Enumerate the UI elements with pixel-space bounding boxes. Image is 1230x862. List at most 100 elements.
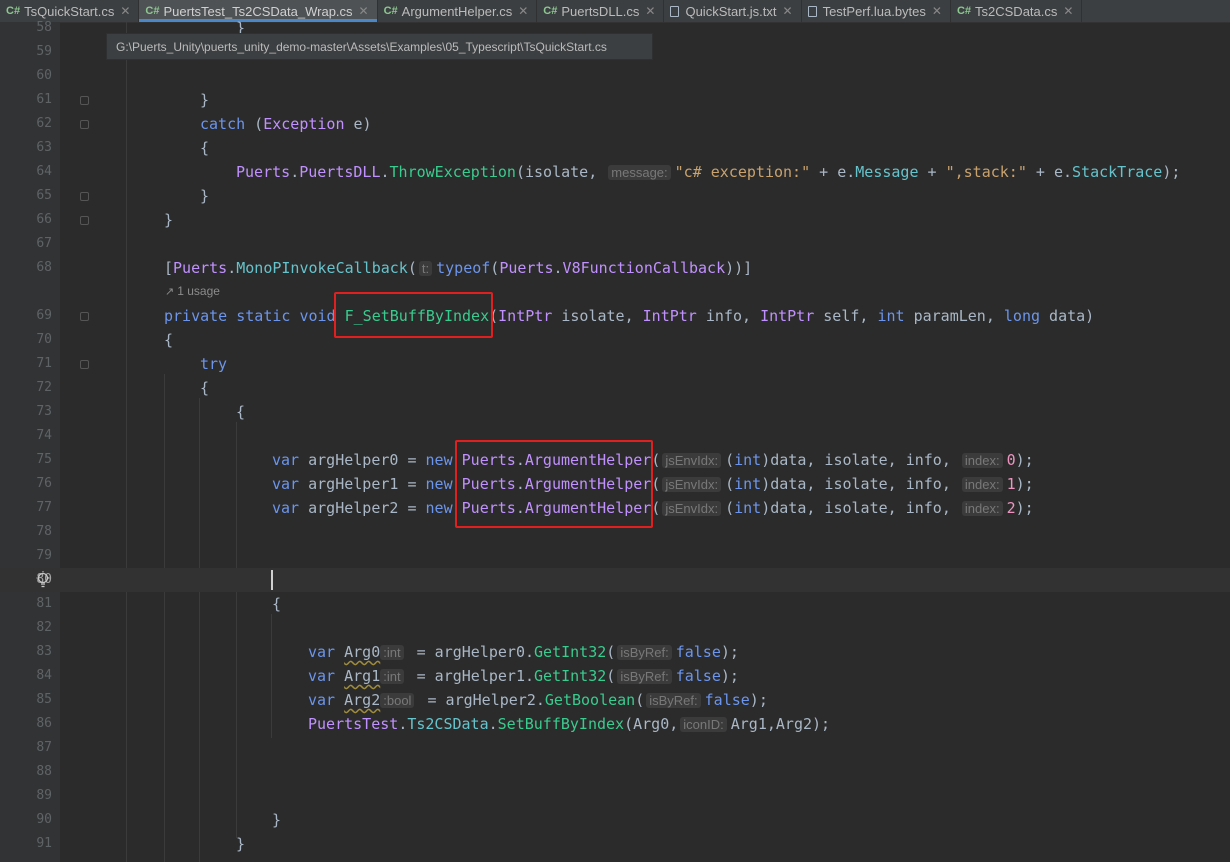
line-number: 81 (36, 596, 52, 611)
code-text: { (200, 139, 210, 157)
line-number: 77 (36, 500, 52, 515)
line-number: 86 (36, 716, 52, 731)
line-number: 79 (36, 548, 52, 563)
parameter-hint: jsEnvIdx: (662, 453, 722, 468)
parameter-hint: iconID: (680, 717, 727, 732)
code-text: } (200, 187, 210, 205)
code-line-90: 90 } (0, 808, 1230, 832)
usage-link[interactable]: ↗ 1 usage (165, 284, 220, 300)
highlight-box-argument-helper (455, 440, 653, 528)
line-number: 59 (36, 44, 52, 59)
fold-marker-icon[interactable] (80, 216, 89, 225)
code-text: var Arg2:bool = argHelper2.GetBoolean(is… (308, 691, 768, 709)
line-number: 82 (36, 620, 52, 635)
code-line-63: 63 { (0, 136, 1230, 160)
type-hint: :bool (380, 693, 415, 708)
type-hint: :int (380, 669, 404, 684)
parameter-hint: isByRef: (646, 693, 701, 708)
parameter-hint: isByRef: (617, 669, 672, 684)
parameter-hint: jsEnvIdx: (662, 477, 722, 492)
code-line-89: 89 (0, 784, 1230, 808)
code-line-66: 66 } (0, 208, 1230, 232)
text-file-icon (807, 5, 817, 17)
line-number: 87 (36, 740, 52, 755)
code-text: { (200, 379, 210, 397)
code-line-72: 72 { (0, 376, 1230, 400)
code-line-85: 85 var Arg2:bool = argHelper2.GetBoolean… (0, 688, 1230, 712)
line-number: 91 (36, 836, 52, 851)
line-number: 83 (36, 644, 52, 659)
code-line-61: 61 } (0, 88, 1230, 112)
line-number: 61 (36, 92, 52, 107)
code-text: { (164, 331, 174, 349)
parameter-hint: index: (961, 501, 1003, 516)
parameter-hint: isByRef: (617, 645, 672, 660)
fold-marker-icon[interactable] (80, 96, 89, 105)
line-number: 88 (36, 764, 52, 779)
fold-marker-icon[interactable] (80, 312, 89, 321)
line-number: 70 (36, 332, 52, 347)
lightbulb-icon[interactable] (36, 571, 50, 589)
code-text: var Arg1:int = argHelper1.GetInt32(isByR… (308, 667, 739, 685)
code-line-79: 79 (0, 544, 1230, 568)
code-editor[interactable]: 58 } 59 60 61 } 62 catch (Exception e) 6… (0, 19, 1230, 862)
code-text: Puerts.PuertsDLL.ThrowException(isolate,… (236, 163, 1181, 181)
line-number: 64 (36, 164, 52, 179)
line-number: 75 (36, 452, 52, 467)
fold-marker-icon[interactable] (80, 192, 89, 201)
code-line-88: 88 (0, 760, 1230, 784)
line-number: 69 (36, 308, 52, 323)
code-text: } (200, 91, 210, 109)
code-text: try (200, 355, 228, 373)
parameter-hint: message: (608, 165, 671, 180)
parameter-hint: t: (418, 261, 433, 276)
line-number: 67 (36, 236, 52, 251)
usage-arrow-icon: ↗ (165, 286, 175, 298)
fold-marker-icon[interactable] (80, 120, 89, 129)
line-number: 65 (36, 188, 52, 203)
fold-marker-icon[interactable] (80, 360, 89, 369)
code-line-70: 70 { (0, 328, 1230, 352)
parameter-hint: jsEnvIdx: (662, 501, 722, 516)
code-line-65: 65 } (0, 184, 1230, 208)
code-text: private static void F_SetBuffByIndex(Int… (164, 307, 1095, 325)
line-number: 73 (36, 404, 52, 419)
code-line-84: 84 var Arg1:int = argHelper1.GetInt32(is… (0, 664, 1230, 688)
line-number: 85 (36, 692, 52, 707)
code-line-80: 80 (0, 568, 1230, 592)
code-line-87: 87 (0, 736, 1230, 760)
code-line-81: 81 { (0, 592, 1230, 616)
line-number: 74 (36, 428, 52, 443)
code-line-67: 67 (0, 232, 1230, 256)
line-number: 58 (36, 20, 52, 35)
code-line-64: 64 Puerts.PuertsDLL.ThrowException(isola… (0, 160, 1230, 184)
line-number: 89 (36, 788, 52, 803)
text-file-icon (670, 5, 680, 17)
code-line-82: 82 (0, 616, 1230, 640)
line-number: 66 (36, 212, 52, 227)
line-number: 62 (36, 116, 52, 131)
code-text: } (164, 211, 174, 229)
code-text: } (272, 811, 282, 829)
code-text: [Puerts.MonoPInvokeCallback(t: typeof(Pue… (164, 259, 753, 277)
code-line-62: 62 catch (Exception e) (0, 112, 1230, 136)
line-number: 60 (36, 68, 52, 83)
code-text: } (236, 835, 246, 853)
code-line-86: 86 PuertsTest.Ts2CSData.SetBuffByIndex(A… (0, 712, 1230, 736)
code-text: { (236, 403, 246, 421)
code-text: { (272, 595, 282, 613)
line-number: 84 (36, 668, 52, 683)
type-hint: :int (380, 645, 404, 660)
code-line-73: 73 { (0, 400, 1230, 424)
file-path-tooltip: G:\Puerts_Unity\puerts_unity_demo-master… (106, 33, 653, 60)
code-line-83: 83 var Arg0:int = argHelper0.GetInt32(is… (0, 640, 1230, 664)
line-number: 71 (36, 356, 52, 371)
line-number: 78 (36, 524, 52, 539)
code-line-91: 91 } (0, 832, 1230, 856)
code-line-68: 68 [Puerts.MonoPInvokeCallback(t: typeof(… (0, 256, 1230, 280)
highlight-box-function-name (334, 292, 493, 338)
code-text: PuertsTest.Ts2CSData.SetBuffByIndex(Arg0… (308, 715, 831, 733)
line-number: 63 (36, 140, 52, 155)
text-caret (271, 570, 273, 590)
code-text: catch (Exception e) (200, 115, 372, 133)
